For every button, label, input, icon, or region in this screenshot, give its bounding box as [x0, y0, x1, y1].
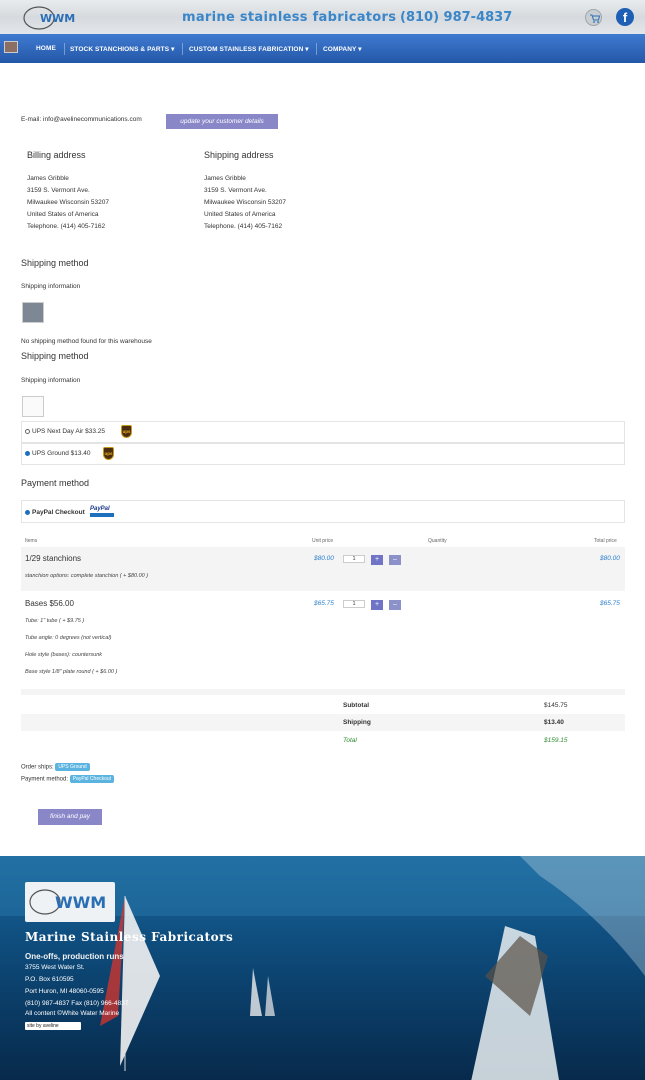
shipping-address-line: United States of America [204, 211, 276, 218]
billing-line: James Gribble [27, 175, 69, 182]
nav-custom-fabrication[interactable]: CUSTOM STAINLESS FABRICATION ▾ [189, 45, 309, 53]
footer-address: Port Huron, MI 48060-0595 [25, 988, 104, 995]
nav-thumbnail-icon[interactable] [4, 41, 18, 53]
header-phone[interactable]: (810) 987-4837 [400, 10, 512, 25]
customer-email: E-mail: info@avelinecommunications.com [21, 116, 142, 123]
billing-heading: Billing address [27, 150, 86, 160]
nav-stock-stanchions[interactable]: STOCK STANCHIONS & PARTS ▾ [70, 45, 174, 53]
footer-line: One-offs, production runs [25, 952, 124, 961]
billing-line: Milwaukee Wisconsin 53207 [27, 199, 110, 206]
shipping-option-label: UPS Ground $13.40 [32, 450, 91, 457]
header-total-price: Total price [594, 538, 617, 544]
cart-icon[interactable] [585, 9, 602, 26]
total-value: $159.15 [544, 737, 568, 744]
ups-logo-icon: ups [103, 447, 114, 460]
nav-home[interactable]: HOME [36, 45, 56, 52]
quantity-decrease-button[interactable]: – [389, 600, 401, 610]
paypal-logo-icon: PayPal [90, 506, 114, 517]
shipping-address-line: Telephone. (414) 405-7162 [204, 223, 283, 230]
footer-phone: (810) 987-4837 Fax (810) 966-4837 [25, 1000, 129, 1007]
shipping-address-heading: Shipping address [204, 150, 274, 160]
item-option: Tube: 1" tube ( + $9.75 ) [25, 618, 85, 624]
shipping-option-ground[interactable]: UPS Ground $13.40 ups [21, 443, 625, 465]
header-tagline: marine stainless fabricators [182, 10, 397, 25]
quantity-increase-button[interactable]: + [371, 555, 383, 565]
no-shipping-message: No shipping method found for this wareho… [21, 338, 152, 345]
item-option: Base style 1/8" plate round ( + $6.00 ) [25, 669, 118, 675]
order-ships-label: Order ships: [21, 764, 54, 771]
quantity-input[interactable]: 1 [343, 555, 365, 563]
shipping-row [21, 714, 625, 731]
subtotal-label: Subtotal [343, 702, 369, 709]
payment-method-label: Payment method: [21, 776, 69, 783]
ups-logo-icon: ups [121, 425, 132, 438]
svg-text:WWM: WWM [40, 12, 75, 25]
shipping-thumbnail [22, 396, 44, 417]
subtotal-value: $145.75 [544, 702, 568, 709]
cart-row [21, 547, 625, 591]
nav-divider [316, 43, 317, 55]
item-option: Tube angle: 0 degrees (not vertical) [25, 635, 112, 641]
footer-title: Marine Stainless Fabricators [25, 930, 234, 944]
shipping-address-line: 3159 S. Vermont Ave. [204, 187, 267, 194]
facebook-icon[interactable]: f [616, 8, 634, 26]
footer-logo[interactable]: WWM [25, 882, 115, 922]
billing-line: United States of America [27, 211, 99, 218]
nav-divider [64, 43, 65, 55]
shipping-address-line: James Gribble [204, 175, 246, 182]
finish-and-pay-button[interactable]: finish and pay [38, 809, 102, 825]
cart-item-name[interactable]: Bases $56.00 [25, 599, 74, 608]
radio-next-day[interactable] [25, 428, 30, 434]
item-option: stanchion options: complete stanchion ( … [25, 573, 149, 579]
unit-price: $80.00 [314, 555, 334, 562]
company-logo[interactable]: WWM [22, 4, 88, 31]
shipping-address-line: Milwaukee Wisconsin 53207 [204, 199, 287, 206]
shipping-value: $13.40 [544, 719, 564, 726]
shipping-info-label: Shipping information [21, 377, 81, 384]
quantity-increase-button[interactable]: + [371, 600, 383, 610]
payment-badge: PayPal Checkout [69, 775, 115, 783]
shipping-method-title: Shipping method [21, 351, 89, 361]
billing-line: Telephone. (414) 405-7162 [27, 223, 106, 230]
item-option: Hole style (bases): countersunk [25, 652, 103, 658]
order-ships-row: Order ships: UPS Ground [21, 763, 90, 771]
payment-option-paypal[interactable]: PayPal Checkout PayPal [21, 500, 625, 523]
shipping-label: Shipping [343, 719, 371, 726]
nav-company[interactable]: COMPANY ▾ [323, 45, 362, 53]
payment-method-title: Payment method [21, 478, 90, 488]
quantity-decrease-button[interactable]: – [389, 555, 401, 565]
shipping-info-label: Shipping information [21, 283, 81, 290]
cart-divider [21, 689, 625, 695]
billing-line: 3159 S. Vermont Ave. [27, 187, 90, 194]
total-label: Total [343, 737, 357, 744]
ships-badge: UPS Ground [55, 763, 90, 771]
footer-address: P.O. Box 610595 [25, 976, 74, 983]
shipping-option-next-day[interactable]: UPS Next Day Air $33.25 ups [21, 421, 625, 443]
header-quantity: Quantity [428, 538, 447, 544]
top-header: WWM marine stainless fabricators (810) 9… [0, 0, 645, 34]
unit-price: $65.75 [314, 600, 334, 607]
shipping-method-title: Shipping method [21, 258, 89, 268]
update-customer-button[interactable]: update your customer details [166, 114, 278, 129]
payment-option-label: PayPal Checkout [32, 509, 85, 516]
cart-item-name[interactable]: 1/29 stanchions [25, 554, 81, 563]
footer-copyright: All content ©White Water Marine [25, 1010, 120, 1017]
line-total: $65.75 [600, 600, 620, 607]
header-unit-price: Unit price [312, 538, 334, 544]
svg-text:WWM: WWM [55, 893, 106, 912]
warehouse-thumbnail [22, 302, 44, 323]
radio-paypal[interactable] [25, 509, 30, 515]
quantity-input[interactable]: 1 [343, 600, 365, 608]
payment-summary-row: Payment method: PayPal Checkout [21, 775, 115, 783]
subtotal-row [21, 697, 625, 714]
header-items: Items [25, 538, 38, 544]
main-nav: HOME STOCK STANCHIONS & PARTS ▾ CUSTOM S… [0, 34, 645, 63]
radio-ground[interactable] [25, 450, 30, 456]
shipping-option-label: UPS Next Day Air $33.25 [32, 428, 105, 435]
line-total: $80.00 [600, 555, 620, 562]
nav-divider [182, 43, 183, 55]
footer-address: 3755 West Water St. [25, 964, 85, 971]
footer: WWM Marine Stainless Fabricators One-off… [0, 856, 645, 1080]
site-by-badge[interactable]: site by aveline [25, 1022, 81, 1030]
